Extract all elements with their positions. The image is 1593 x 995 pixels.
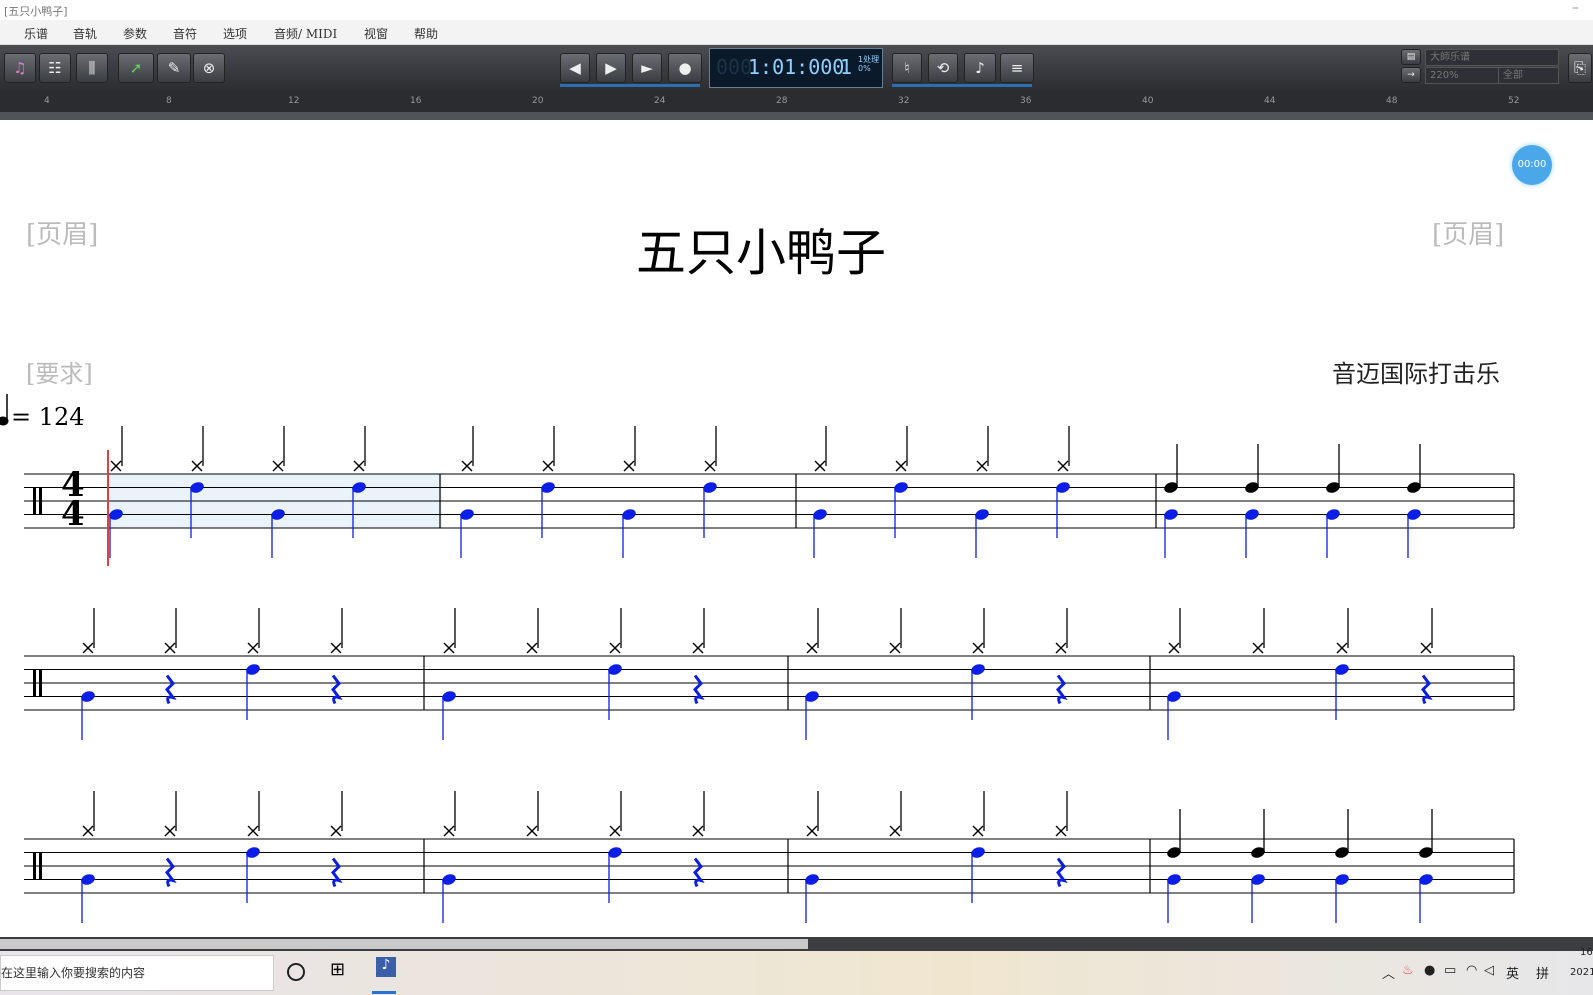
ruler-mark: 48 bbox=[1386, 96, 1398, 106]
track-list-icon[interactable]: ☷ bbox=[39, 53, 71, 83]
metronome-icon[interactable]: ♮ bbox=[892, 53, 922, 83]
staff-view-icon[interactable]: ≡ bbox=[1000, 53, 1034, 83]
ruler-mark: 24 bbox=[654, 96, 666, 106]
note-value-icon[interactable]: ♪ bbox=[964, 53, 996, 83]
cortana-icon[interactable] bbox=[287, 963, 305, 981]
menu-bar: 乐谱 音轨 参数 音符 选项 音频/ MIDI 视窗 帮助 bbox=[0, 20, 1593, 45]
volume-slider[interactable] bbox=[892, 84, 1032, 87]
menu-audio-midi[interactable]: 音频/ MIDI bbox=[274, 25, 337, 42]
play-icon[interactable]: ► bbox=[632, 53, 662, 83]
network-icon[interactable]: ◠ bbox=[1466, 963, 1477, 978]
quarter-rest bbox=[693, 674, 705, 705]
ruler-mark: 28 bbox=[776, 96, 788, 106]
staff-canvas[interactable]: 4 4 bbox=[0, 120, 1593, 937]
menu-window[interactable]: 视窗 bbox=[364, 25, 388, 42]
menu-score[interactable]: 乐谱 bbox=[24, 25, 48, 42]
music-note-icon[interactable]: ♫ bbox=[4, 53, 36, 83]
app-taskbar-icon[interactable]: ♪ bbox=[376, 957, 396, 977]
menu-notes[interactable]: 音符 bbox=[173, 25, 197, 42]
measure-ruler[interactable]: 4 8 12 16 20 24 28 32 36 40 44 48 52 bbox=[0, 92, 1593, 112]
ruler-mark: 40 bbox=[1142, 96, 1154, 106]
loop-icon[interactable]: ⟲ bbox=[928, 53, 958, 83]
layout-icon[interactable]: ▤ bbox=[1401, 49, 1421, 65]
ruler-mark: 12 bbox=[288, 96, 300, 106]
range-select[interactable]: 全部 bbox=[1498, 67, 1559, 84]
score-page[interactable]: 00:00 [页眉] [页眉] 五只小鸭子 [要求] 音迈国际打击乐 = 124… bbox=[0, 120, 1593, 937]
percussion-clef bbox=[39, 487, 42, 515]
record-icon[interactable]: ● bbox=[668, 53, 702, 83]
ruler-divider bbox=[0, 112, 1593, 120]
play-from-start-icon[interactable]: ▶ bbox=[596, 53, 626, 83]
percussion-clef bbox=[33, 669, 36, 697]
quarter-rest bbox=[165, 857, 177, 888]
menu-help[interactable]: 帮助 bbox=[414, 25, 438, 42]
percussion-clef bbox=[33, 487, 36, 515]
quarter-rest bbox=[1056, 674, 1068, 705]
task-view-icon[interactable]: ⊞ bbox=[330, 959, 345, 980]
ruler-mark: 4 bbox=[44, 96, 50, 106]
quarter-rest bbox=[1056, 857, 1068, 888]
playback-speed-slider[interactable] bbox=[560, 84, 700, 87]
ime-mode-indicator[interactable]: 拼 bbox=[1536, 963, 1549, 982]
ruler-mark: 20 bbox=[532, 96, 544, 106]
active-app-indicator bbox=[372, 991, 396, 994]
tray-expand-icon[interactable]: ︿ bbox=[1382, 963, 1395, 982]
copy-icon[interactable]: ⎘ bbox=[1568, 53, 1592, 83]
menu-track[interactable]: 音轨 bbox=[73, 25, 97, 42]
quarter-rest bbox=[1421, 674, 1433, 705]
ruler-mark: 8 bbox=[166, 96, 172, 106]
rewind-icon[interactable]: ◀ bbox=[560, 53, 590, 83]
window-title: [五只小鸭子] bbox=[4, 5, 68, 18]
quarter-rest bbox=[331, 674, 343, 705]
microphone-icon[interactable]: ● bbox=[1424, 963, 1435, 978]
quarter-rest bbox=[331, 857, 343, 888]
ruler-mark: 44 bbox=[1264, 96, 1276, 106]
battery-icon[interactable]: ▭ bbox=[1444, 963, 1456, 978]
cpu-meter: 1处理 0% bbox=[858, 55, 880, 73]
scrollbar-thumb[interactable] bbox=[0, 939, 808, 949]
position-beat: 1 bbox=[840, 55, 853, 79]
ruler-mark: 52 bbox=[1508, 96, 1520, 106]
layout-select[interactable]: 大師乐谱 bbox=[1425, 49, 1559, 66]
menu-options[interactable]: 选项 bbox=[223, 25, 247, 42]
erase-tool-icon[interactable]: ⊗ bbox=[193, 53, 225, 83]
percussion-clef bbox=[39, 669, 42, 697]
pencil-tool-icon[interactable]: ✎ bbox=[157, 53, 191, 83]
arrow-right-icon[interactable]: → bbox=[1401, 67, 1421, 83]
position-display: 000 1:01:000 1 1处理 0% bbox=[709, 48, 883, 88]
ghost-digits: 000 bbox=[716, 55, 753, 79]
position-time: 1:01:000 bbox=[748, 55, 845, 79]
ruler-mark: 16 bbox=[410, 96, 422, 106]
title-bar: [五只小鸭子] – bbox=[0, 0, 1593, 20]
select-tool-icon[interactable]: ➚ bbox=[118, 53, 154, 83]
horizontal-scrollbar[interactable] bbox=[0, 937, 1593, 951]
clock-date[interactable]: 2021 bbox=[1570, 967, 1593, 978]
ruler-mark: 32 bbox=[898, 96, 910, 106]
tempo-note-icon bbox=[0, 394, 9, 426]
ime-language-indicator[interactable]: 英 bbox=[1506, 963, 1519, 982]
zoom-select[interactable]: 220% bbox=[1425, 67, 1499, 84]
menu-params[interactable]: 参数 bbox=[123, 25, 147, 42]
mixer-icon[interactable]: ⫼ bbox=[76, 53, 108, 83]
quarter-rest bbox=[693, 857, 705, 888]
ruler-mark: 36 bbox=[1020, 96, 1032, 106]
quarter-rest bbox=[165, 674, 177, 705]
taskbar: 在这里输入你要搜索的内容 ⊞ ♪ ︿ ♨ ● ▭ ◠ ◁ 英 拼 16 2021 bbox=[0, 947, 1593, 995]
tray-app-icon[interactable]: ♨ bbox=[1402, 963, 1414, 978]
minimize-button[interactable]: – bbox=[1572, 0, 1579, 16]
volume-icon[interactable]: ◁ bbox=[1484, 963, 1494, 978]
percussion-clef bbox=[33, 852, 36, 880]
percussion-clef bbox=[39, 852, 42, 880]
clock-time[interactable]: 16 bbox=[1580, 947, 1593, 958]
taskbar-search-input[interactable]: 在这里输入你要搜索的内容 bbox=[0, 955, 274, 991]
